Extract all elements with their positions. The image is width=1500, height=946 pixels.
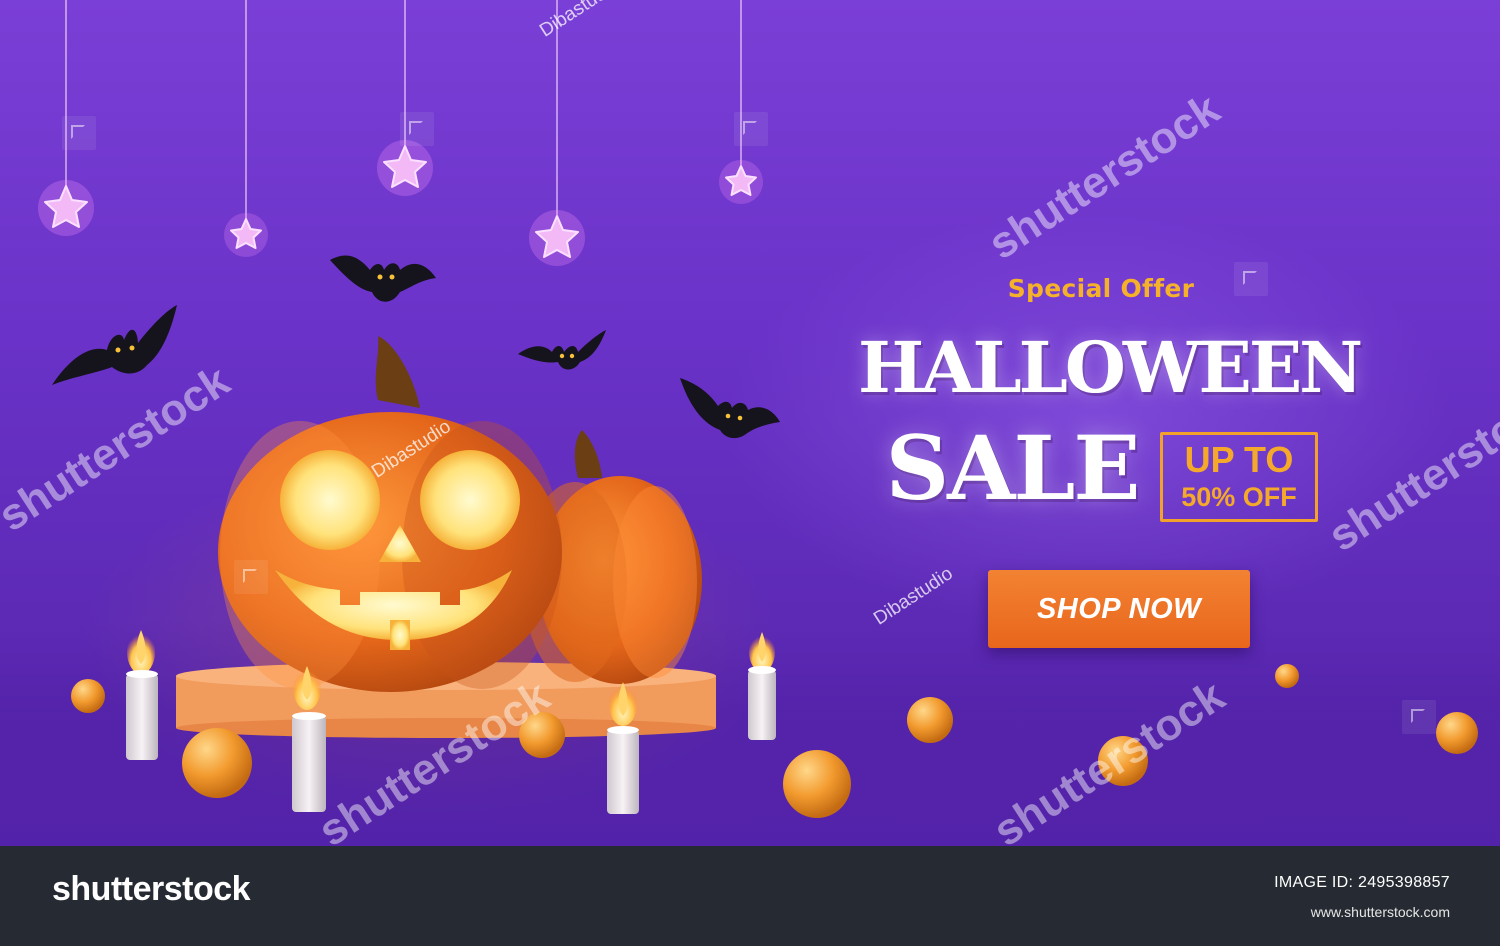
special-offer-label: Special Offer [1007, 274, 1195, 303]
discount-badge: UP TO 50% OFF [1160, 432, 1318, 522]
shop-now-button[interactable]: SHOP NOW [988, 570, 1250, 648]
stock-footer: shutterstock IMAGE ID: 2495398857 www.sh… [0, 846, 1500, 946]
candle-icon [748, 632, 776, 740]
image-id: IMAGE ID: 2495398857 [1274, 874, 1450, 891]
bat-icon [330, 255, 436, 302]
candle-icon [126, 630, 158, 760]
orb-icon [1275, 664, 1299, 688]
shutterstock-logo: shutterstock [52, 870, 251, 908]
bat-icon [52, 305, 177, 385]
bat-icon [518, 330, 606, 370]
halloween-sale-banner: Special Offer HALLOWEEN SALE UP TO 50% O… [0, 0, 1500, 846]
orb-icon [1436, 712, 1478, 754]
orb-icon [783, 750, 851, 818]
discount-line1: UP TO [1184, 439, 1294, 480]
orb-icon [71, 679, 105, 713]
pumpkin-scene [52, 255, 851, 818]
bat-icon [680, 378, 780, 439]
title-halloween: HALLOWEEN [858, 326, 1363, 409]
orb-icon [182, 728, 252, 798]
jack-o-lantern-icon [218, 336, 562, 692]
discount-line2: 50% OFF [1181, 482, 1297, 512]
orb-icon [519, 712, 565, 758]
orb-icon [907, 697, 953, 743]
candle-icon [607, 682, 639, 814]
site-url: www.shutterstock.com [1310, 904, 1450, 920]
candle-icon [292, 666, 326, 812]
orb-icon [1098, 736, 1148, 786]
sale-headline: Special Offer HALLOWEEN SALE UP TO 50% O… [850, 268, 1363, 658]
title-sale: SALE [885, 416, 1141, 520]
